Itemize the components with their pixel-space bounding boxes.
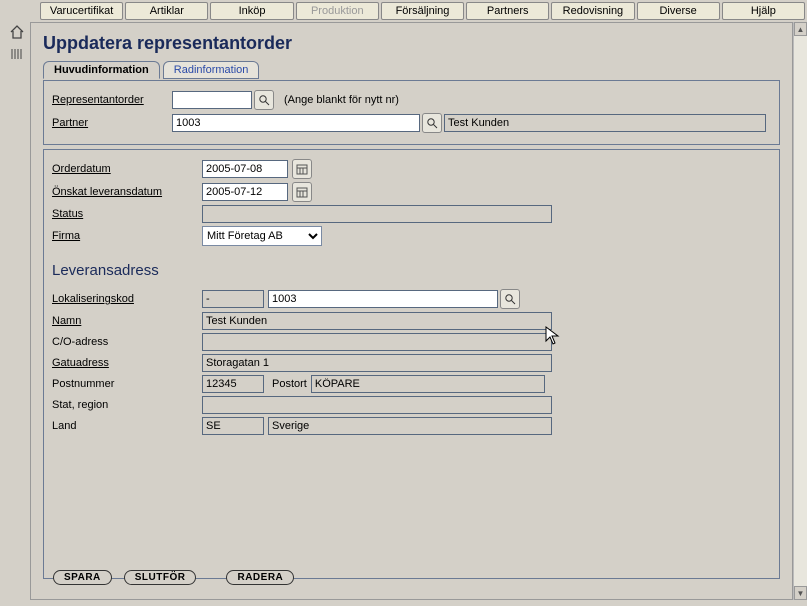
menubar: Varucertifikat Artiklar Inköp Produktion… (0, 0, 807, 22)
street-display (202, 354, 552, 372)
partner-label: Partner (52, 117, 172, 129)
rep-order-lookup-icon[interactable] (254, 90, 274, 110)
req-date-calendar-icon[interactable] (292, 182, 312, 202)
save-button[interactable]: SPARA (53, 570, 112, 585)
firma-select[interactable]: Mitt Företag AB (202, 226, 322, 246)
vertical-scrollbar[interactable]: ▲ ▼ (793, 22, 807, 600)
menu-artiklar[interactable]: Artiklar (125, 2, 208, 20)
menu-redovisning[interactable]: Redovisning (551, 2, 634, 20)
delete-button[interactable]: RADERA (226, 570, 294, 585)
main-panel: Uppdatera representantorder Huvudinforma… (30, 22, 793, 600)
menu-produktion: Produktion (296, 2, 379, 20)
rep-order-hint: (Ange blankt för nytt nr) (284, 94, 399, 106)
name-label: Namn (52, 315, 202, 327)
loc-lookup-icon[interactable] (500, 289, 520, 309)
order-detail-panel: Orderdatum Önskat leveransdatum Status F… (43, 149, 780, 579)
menu-varucertifikat[interactable]: Varucertifikat (40, 2, 123, 20)
land-label: Land (52, 420, 202, 432)
loc-prefix-display (202, 290, 264, 308)
postort-display (311, 375, 545, 393)
status-display (202, 205, 552, 223)
loc-code-input[interactable] (268, 290, 498, 308)
status-label: Status (52, 208, 202, 220)
partner-code-input[interactable] (172, 114, 420, 132)
menu-inkop[interactable]: Inköp (210, 2, 293, 20)
co-display (202, 333, 552, 351)
req-date-label: Önskat leveransdatum (52, 186, 202, 198)
order-date-calendar-icon[interactable] (292, 159, 312, 179)
rep-order-input[interactable] (172, 91, 252, 109)
list-icon[interactable] (9, 46, 25, 62)
finish-button[interactable]: SLUTFÖR (124, 570, 197, 585)
menu-forsaljning[interactable]: Försäljning (381, 2, 464, 20)
firma-label: Firma (52, 230, 202, 242)
street-label: Gatuadress (52, 357, 202, 369)
left-toolbar (4, 24, 30, 62)
order-id-panel: Representantorder (Ange blankt för nytt … (43, 80, 780, 145)
state-display (202, 396, 552, 414)
menu-partners[interactable]: Partners (466, 2, 549, 20)
land-name-display (268, 417, 552, 435)
req-date-input[interactable] (202, 183, 288, 201)
delivery-heading: Leveransadress (52, 262, 771, 279)
postnr-label: Postnummer (52, 378, 202, 390)
land-code-display (202, 417, 264, 435)
partner-name-display (444, 114, 766, 132)
rep-order-label: Representantorder (52, 94, 172, 106)
tab-huvudinformation[interactable]: Huvudinformation (43, 61, 160, 79)
tab-radinformation[interactable]: Radinformation (163, 61, 260, 79)
home-icon[interactable] (9, 24, 25, 40)
menu-hjalp[interactable]: Hjälp (722, 2, 805, 20)
page-title: Uppdatera representantorder (31, 23, 792, 60)
loc-label: Lokaliseringskod (52, 293, 202, 305)
scroll-up-icon[interactable]: ▲ (794, 22, 807, 36)
co-label: C/O-adress (52, 336, 202, 348)
postort-label: Postort (272, 378, 307, 390)
postnr-display (202, 375, 264, 393)
state-label: Stat, region (52, 399, 202, 411)
partner-lookup-icon[interactable] (422, 113, 442, 133)
menu-diverse[interactable]: Diverse (637, 2, 720, 20)
tab-bar: Huvudinformation Radinformation (43, 60, 780, 80)
scroll-down-icon[interactable]: ▼ (794, 586, 807, 600)
order-date-input[interactable] (202, 160, 288, 178)
order-date-label: Orderdatum (52, 163, 202, 175)
name-display (202, 312, 552, 330)
